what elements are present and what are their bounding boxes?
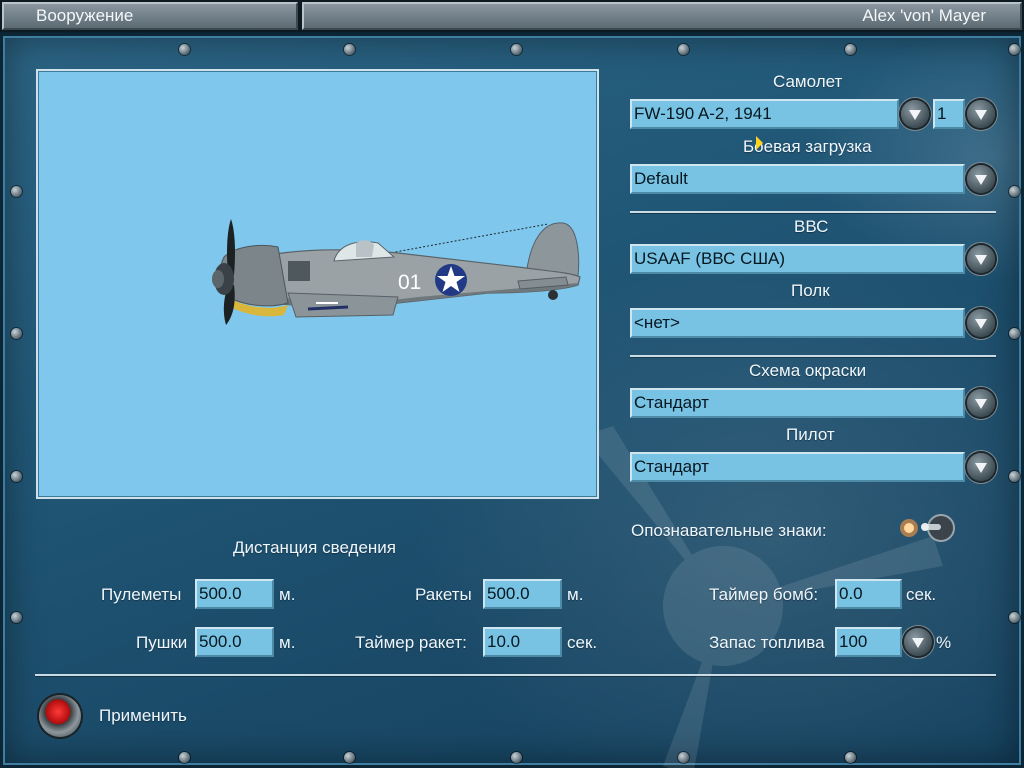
paint-scheme-dropdown-icon[interactable]	[967, 389, 995, 417]
rivet-icon	[1009, 186, 1020, 197]
air-force-select[interactable]: USAAF (ВВС США)	[630, 244, 965, 274]
cannons-distance-input[interactable]: 500.0	[195, 627, 274, 657]
air-force-dropdown-icon[interactable]	[967, 245, 995, 273]
divider	[630, 355, 996, 357]
regiment-select[interactable]: <нет>	[630, 308, 965, 338]
apply-button[interactable]	[39, 695, 81, 737]
rockets-distance-input[interactable]: 500.0	[483, 579, 562, 609]
divider	[630, 211, 996, 213]
loadout-select[interactable]: Default	[630, 164, 965, 194]
pilot-label: Пилот	[786, 425, 835, 444]
loadout-panel: 01 Самолет FW-190 A-2, 1941 1 Боевая заг…	[0, 33, 1024, 768]
aircraft-dropdown-icon[interactable]	[901, 100, 929, 128]
cannons-label: Пушки	[136, 633, 188, 652]
pilot-dropdown-icon[interactable]	[967, 453, 995, 481]
fuel-dropdown-icon[interactable]	[904, 628, 932, 656]
rivet-icon	[11, 612, 22, 623]
rivet-icon	[1009, 612, 1020, 623]
rivet-icon	[845, 44, 856, 55]
rivet-icon	[1009, 44, 1020, 55]
rivet-icon	[11, 186, 22, 197]
fuel-unit: %	[936, 633, 952, 652]
rivet-icon	[678, 752, 689, 763]
rivet-icon	[11, 471, 22, 482]
fuel-select[interactable]: 100	[835, 627, 902, 657]
rockets-label: Ракеты	[415, 585, 472, 604]
loadout-dropdown-icon[interactable]	[967, 165, 995, 193]
air-force-label: ВВС	[794, 217, 829, 236]
rocket-timer-unit: сек.	[567, 633, 598, 652]
machine-guns-label: Пулеметы	[101, 585, 182, 604]
rivet-icon	[678, 44, 689, 55]
aircraft-preview: 01	[36, 69, 599, 499]
bomb-timer-unit: сек.	[906, 585, 937, 604]
regiment-dropdown-icon[interactable]	[967, 309, 995, 337]
rocket-timer-label: Таймер ракет:	[355, 633, 467, 652]
markings-toggle-switch[interactable]	[895, 512, 961, 548]
mouse-cursor-icon	[756, 136, 763, 150]
rivet-icon	[845, 752, 856, 763]
user-name: Alex 'von' Mayer	[302, 2, 1022, 30]
aircraft-select[interactable]: FW-190 A-2, 1941	[630, 99, 899, 129]
cannons-unit: м.	[279, 633, 296, 652]
bomb-timer-label: Таймер бомб:	[709, 585, 819, 604]
rockets-unit: м.	[567, 585, 584, 604]
machine-guns-unit: м.	[279, 585, 296, 604]
rivet-icon	[511, 752, 522, 763]
aircraft-label: Самолет	[773, 72, 843, 91]
paint-scheme-label: Схема окраски	[749, 361, 867, 380]
divider	[35, 674, 996, 676]
apply-label[interactable]: Применить	[99, 706, 187, 726]
window-title: Вооружение	[2, 2, 298, 30]
rivet-icon	[511, 44, 522, 55]
rivet-icon	[1009, 328, 1020, 339]
aircraft-count-field[interactable]: 1	[933, 99, 965, 129]
title-bar: Вооружение Alex 'von' Mayer	[0, 0, 1024, 32]
aircraft-image: 01	[212, 219, 581, 325]
rivet-icon	[179, 752, 190, 763]
markings-label: Опознавательные знаки:	[631, 521, 827, 540]
rivet-icon	[11, 328, 22, 339]
rivet-icon	[344, 752, 355, 763]
rivet-icon	[344, 44, 355, 55]
aircraft-tail-number: 01	[398, 271, 421, 294]
pilot-select[interactable]: Стандарт	[630, 452, 965, 482]
rocket-timer-input[interactable]: 10.0	[483, 627, 562, 657]
machine-guns-distance-input[interactable]: 500.0	[195, 579, 274, 609]
bomb-timer-input[interactable]: 0.0	[835, 579, 902, 609]
fuel-label: Запас топлива	[709, 633, 825, 652]
aircraft-count-dropdown-icon[interactable]	[967, 100, 995, 128]
regiment-label: Полк	[791, 281, 830, 300]
paint-scheme-select[interactable]: Стандарт	[630, 388, 965, 418]
rivet-icon	[179, 44, 190, 55]
convergence-heading: Дистанция сведения	[233, 538, 396, 557]
rivet-icon	[1009, 471, 1020, 482]
